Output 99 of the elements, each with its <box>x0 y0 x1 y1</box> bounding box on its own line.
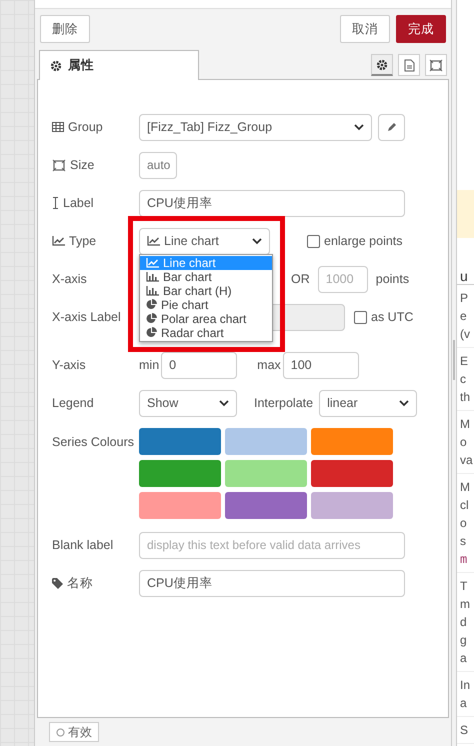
checkbox-label: enlarge points <box>324 234 403 248</box>
dropdown-option[interactable]: Bar chart (H) <box>140 284 272 298</box>
help-text: T <box>460 578 468 595</box>
interpolate-label: Interpolate <box>254 396 314 410</box>
document-icon <box>404 58 414 72</box>
checkbox[interactable] <box>354 310 367 324</box>
bar-chart-icon <box>146 286 159 296</box>
help-text: M <box>460 416 471 433</box>
circle-icon <box>56 728 65 736</box>
colour-swatch[interactable] <box>139 492 221 519</box>
help-text: P <box>460 290 470 307</box>
colour-swatch[interactable] <box>225 492 307 519</box>
type-label: Type <box>69 234 96 248</box>
pie-chart-icon <box>146 313 157 324</box>
line-chart-icon <box>146 258 159 268</box>
tab-icon-button[interactable] <box>371 54 393 76</box>
help-text: o <box>460 515 468 532</box>
name-field[interactable]: CPU使用率 <box>139 570 405 596</box>
points-label: points <box>376 272 410 286</box>
tab-icon-button[interactable] <box>398 54 420 76</box>
group-label: Group <box>68 120 103 134</box>
done-button[interactable]: 完成 <box>396 15 446 43</box>
name-label: 名称 <box>67 574 93 592</box>
help-text: d <box>460 614 468 631</box>
legend-select[interactable]: Show <box>139 390 237 416</box>
help-text: (v <box>460 326 471 343</box>
help-text: m <box>460 596 471 613</box>
frame-icon <box>52 158 66 172</box>
pie-chart-icon <box>146 299 157 310</box>
dropdown-option[interactable]: Radar chart <box>140 326 272 340</box>
checkbox-label: as UTC <box>371 310 414 324</box>
type-select[interactable]: Line chart <box>139 228 270 254</box>
label-label: Label <box>63 196 94 210</box>
help-text: th <box>460 389 472 406</box>
label-field[interactable]: CPU使用率 <box>139 190 405 216</box>
help-text: cl <box>460 497 470 514</box>
help-text: g <box>460 632 468 649</box>
tag-icon <box>52 578 63 588</box>
group-select[interactable]: [Fizz_Tab] Fizz_Group <box>139 114 372 140</box>
series-colours-label: Series Colours <box>52 435 134 449</box>
legend-label: Legend <box>52 396 94 410</box>
x-axis-label-label: X-axis Label <box>52 310 121 324</box>
dropdown-option[interactable]: Bar chart <box>140 270 272 284</box>
colour-swatch[interactable] <box>139 428 221 455</box>
interpolate-select[interactable]: linear <box>319 390 418 416</box>
colour-swatch[interactable] <box>311 460 393 487</box>
help-text: e <box>460 308 468 325</box>
help-heading: u <box>457 268 474 285</box>
line-chart-icon <box>147 236 160 246</box>
notice-bar <box>457 190 474 238</box>
frame-icon <box>429 58 443 72</box>
help-text: c <box>460 371 467 388</box>
colour-swatch[interactable] <box>225 460 307 487</box>
help-text: m <box>460 551 468 568</box>
cancel-button[interactable]: 取消 <box>340 15 390 43</box>
size-label: Size <box>70 158 94 172</box>
help-text: va <box>460 452 474 469</box>
max-field[interactable]: 100 <box>282 352 359 378</box>
help-text: s <box>460 533 467 550</box>
dropdown-option[interactable]: Polar area chart <box>140 312 272 326</box>
min-field[interactable]: 0 <box>161 352 238 378</box>
bar-chart-icon <box>146 272 159 282</box>
y-axis-label: Y-axis <box>52 358 86 372</box>
help-text: o <box>460 434 468 451</box>
help-text: In <box>460 677 472 694</box>
colour-swatch[interactable] <box>225 428 307 455</box>
delete-button[interactable]: 删除 <box>40 15 90 43</box>
scrollbar-thumb[interactable] <box>453 340 455 380</box>
help-text: a <box>460 650 468 667</box>
dropdown-option[interactable]: Pie chart <box>140 298 272 312</box>
colour-swatch[interactable] <box>139 460 221 487</box>
chevron-down-icon <box>252 238 262 244</box>
settings-icon <box>50 60 62 72</box>
tab-icon-button[interactable] <box>425 54 447 76</box>
chevron-down-icon <box>399 400 410 406</box>
colour-swatch[interactable] <box>311 492 393 519</box>
pie-chart-icon <box>146 327 157 338</box>
text-cursor-icon <box>52 197 59 209</box>
help-text: M <box>460 479 471 496</box>
or-label: OR <box>291 272 310 286</box>
blank-label-label: Blank label <box>52 538 114 552</box>
chevron-down-icon <box>219 400 229 406</box>
help-text: E <box>460 353 470 370</box>
pencil-icon <box>386 122 396 132</box>
x-axis-label: X-axis <box>52 272 87 286</box>
help-text: a <box>460 695 468 712</box>
checkbox[interactable] <box>307 234 320 248</box>
colour-swatch[interactable] <box>311 428 393 455</box>
edit-button[interactable] <box>378 114 405 140</box>
help-text: S <box>460 722 470 739</box>
enabled-button[interactable]: 有效 <box>49 722 99 742</box>
chevron-down-icon <box>354 124 364 130</box>
min-label: min <box>139 358 160 372</box>
max-label: max <box>257 358 281 372</box>
line-chart-icon <box>52 236 65 246</box>
size-button[interactable]: auto <box>139 152 177 178</box>
properties-tab[interactable]: 属性 <box>39 50 199 80</box>
table-icon <box>52 122 64 132</box>
settings-icon <box>376 58 388 70</box>
